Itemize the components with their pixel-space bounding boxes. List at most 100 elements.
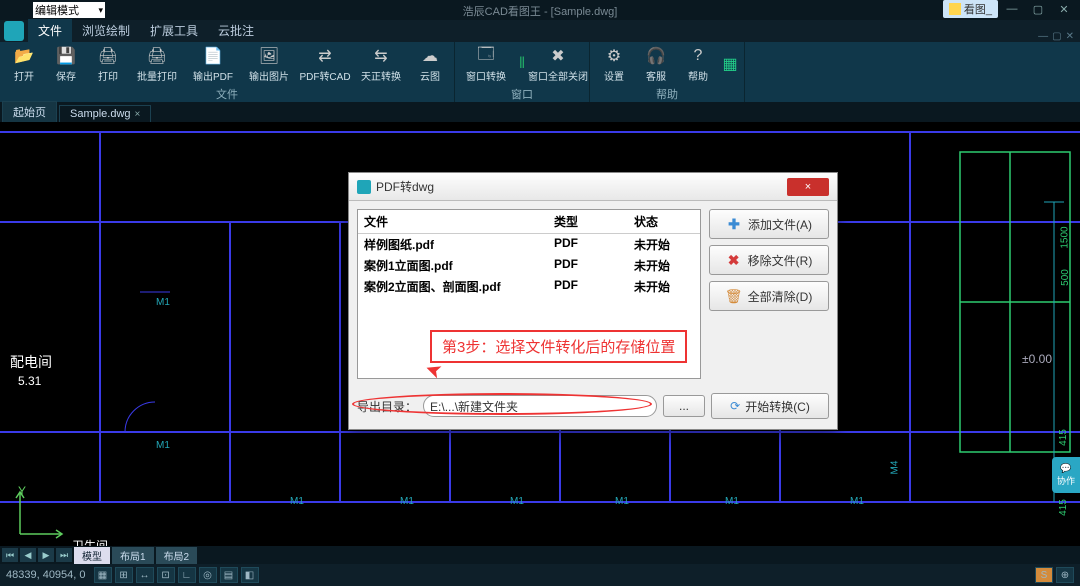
batch-print-button[interactable]: 🖨批量打印 — [130, 42, 184, 86]
window-title: 浩辰CAD看图王 - [Sample.dwg] — [463, 3, 618, 19]
ribbon-group-label: 窗口 — [511, 86, 533, 103]
ribbon-tabs: 文件 浏览绘制 扩展工具 云批注 — ▢ ✕ — [0, 20, 1080, 42]
pdf-to-cad-button[interactable]: ⇄PDF转CAD — [298, 42, 352, 86]
elevation-label: ±0.00 — [1022, 352, 1052, 366]
plus-icon: ✚ — [726, 216, 742, 232]
tab-nav-last[interactable]: ⏭ — [56, 548, 72, 562]
add-file-button[interactable]: ✚添加文件(A) — [709, 209, 829, 239]
dimension: 415 — [1058, 429, 1069, 446]
tab-cloud-annotate[interactable]: 云批注 — [208, 19, 264, 42]
doc-tab-start[interactable]: 起始页 — [2, 101, 57, 122]
app-icon[interactable] — [4, 21, 24, 41]
file-row[interactable]: 案例2立面图、剖面图.pdf PDF 未开始 — [358, 276, 700, 297]
output-dir-label: 导出目录： — [357, 398, 417, 415]
doc-tab-sample[interactable]: Sample.dwg× — [59, 105, 151, 122]
window-close-all-button[interactable]: ✖窗口全部关闭 — [531, 42, 585, 86]
output-dir-input[interactable] — [423, 395, 657, 417]
status-tool[interactable]: ◧ — [241, 567, 259, 583]
window-separator: ‖ — [515, 42, 529, 86]
ribbon-close-icon[interactable]: ✕ — [1066, 31, 1074, 42]
ribbon-restore-icon[interactable]: ▢ — [1052, 31, 1061, 42]
status-tool[interactable]: ⊞ — [115, 567, 133, 583]
status-tool[interactable]: ⊡ — [157, 567, 175, 583]
save-button[interactable]: 💾保存 — [46, 42, 86, 86]
dimension: 1500 — [1059, 226, 1070, 248]
close-button[interactable]: ✕ — [1052, 1, 1076, 17]
open-button[interactable]: 📂打开 — [4, 42, 44, 86]
ucs-icon — [10, 484, 70, 544]
status-tool[interactable]: ∟ — [178, 567, 196, 583]
tz-convert-icon: ⇆ — [370, 45, 392, 67]
headset-icon: 🎧 — [645, 45, 667, 67]
room-number: 5.31 — [18, 374, 41, 388]
tab-extensions[interactable]: 扩展工具 — [140, 19, 208, 42]
tab-nav-prev[interactable]: ◀ — [20, 548, 36, 562]
user-badge[interactable]: 看图_ — [943, 0, 998, 18]
document-tabs: 起始页 Sample.dwg× — [0, 102, 1080, 122]
export-image-button[interactable]: 🖼输出图片 — [242, 42, 296, 86]
ribbon: 📂打开 💾保存 🖨打印 🖨批量打印 📄输出PDF 🖼输出图片 ⇄PDF转CAD … — [0, 42, 1080, 102]
door-tag: M1 — [156, 297, 170, 308]
tab-close-icon[interactable]: × — [135, 109, 141, 120]
image-icon: 🖼 — [258, 45, 280, 67]
mode-dropdown[interactable]: 编辑模式▾ — [33, 2, 105, 18]
support-button[interactable]: 🎧客服 — [636, 42, 676, 86]
tab-nav-next[interactable]: ▶ — [38, 548, 54, 562]
status-tool[interactable]: ▦ — [94, 567, 112, 583]
tab-nav-first[interactable]: ⏮ — [2, 548, 18, 562]
dialog-close-button[interactable]: × — [787, 178, 829, 196]
status-tool-right[interactable]: ⊕ — [1056, 567, 1074, 583]
clear-all-button[interactable]: 🗑全部清除(D) — [709, 281, 829, 311]
start-convert-button[interactable]: ⟳开始转换(C) — [711, 393, 829, 419]
door-tag: M4 — [889, 461, 900, 475]
trash-icon: 🗑 — [726, 288, 742, 304]
file-row[interactable]: 案例1立面图.pdf PDF 未开始 — [358, 255, 700, 276]
save-icon: 💾 — [55, 45, 77, 67]
tianzheng-convert-button[interactable]: ⇆天正转换 — [354, 42, 408, 86]
layout-tab-2[interactable]: 布局2 — [156, 547, 198, 564]
room-label: 配电间 — [10, 352, 52, 372]
dialog-title: PDF转dwg — [376, 178, 434, 195]
file-row[interactable]: 样例图纸.pdf PDF 未开始 — [358, 234, 700, 255]
dialog-titlebar[interactable]: PDF转dwg × — [349, 173, 837, 201]
status-tool[interactable]: ↔ — [136, 567, 154, 583]
status-bar: 48339, 40954, 0 ▦ ⊞ ↔ ⊡ ∟ ◎ ▤ ◧ S ⊕ — [0, 564, 1080, 586]
tab-browse-draw[interactable]: 浏览绘制 — [72, 19, 140, 42]
file-list-header: 文件 类型 状态 — [358, 210, 700, 234]
collaborate-panel-toggle[interactable]: 💬 协作 — [1052, 457, 1080, 493]
ribbon-minimize-icon[interactable]: — — [1038, 31, 1048, 42]
maximize-button[interactable]: ▢ — [1026, 1, 1050, 17]
x-icon: ✖ — [726, 252, 742, 268]
minimize-button[interactable]: — — [1000, 1, 1024, 17]
remove-file-button[interactable]: ✖移除文件(R) — [709, 245, 829, 275]
batch-print-icon: 🖨 — [146, 45, 168, 67]
browse-button[interactable]: ... — [663, 395, 705, 417]
window-switch-icon: 🗔 — [475, 45, 497, 67]
door-tag: M1 — [400, 496, 414, 507]
cloud-button[interactable]: ☁云图 — [410, 42, 450, 86]
print-icon: 🖨 — [97, 45, 119, 67]
extra-button[interactable]: ▦ — [720, 42, 740, 86]
refresh-icon: ⟳ — [730, 399, 740, 413]
ribbon-group-window: 🗔窗口转换 ‖ ✖窗口全部关闭 窗口 — [455, 42, 590, 102]
door-tag: M1 — [290, 496, 304, 507]
dialog-icon — [357, 180, 371, 194]
door-tag: M1 — [615, 496, 629, 507]
tab-file[interactable]: 文件 — [28, 19, 72, 42]
print-button[interactable]: 🖨打印 — [88, 42, 128, 86]
door-tag: M1 — [156, 440, 170, 451]
layout-tab-model[interactable]: 模型 — [74, 547, 110, 564]
settings-button[interactable]: ⚙设置 — [594, 42, 634, 86]
status-tool-right[interactable]: S — [1035, 567, 1053, 583]
ribbon-group-label: 帮助 — [656, 86, 678, 103]
help-button[interactable]: ?帮助 — [678, 42, 718, 86]
folder-open-icon: 📂 — [13, 45, 35, 67]
status-tool[interactable]: ▤ — [220, 567, 238, 583]
layout-tab-1[interactable]: 布局1 — [112, 547, 154, 564]
window-switch-button[interactable]: 🗔窗口转换 — [459, 42, 513, 86]
title-bar: 编辑模式▾ 浩辰CAD看图王 - [Sample.dwg] 看图_ — ▢ ✕ — [0, 0, 1080, 20]
ribbon-group-file: 📂打开 💾保存 🖨打印 🖨批量打印 📄输出PDF 🖼输出图片 ⇄PDF转CAD … — [0, 42, 455, 102]
export-pdf-button[interactable]: 📄输出PDF — [186, 42, 240, 86]
door-tag: M1 — [510, 496, 524, 507]
status-tool[interactable]: ◎ — [199, 567, 217, 583]
